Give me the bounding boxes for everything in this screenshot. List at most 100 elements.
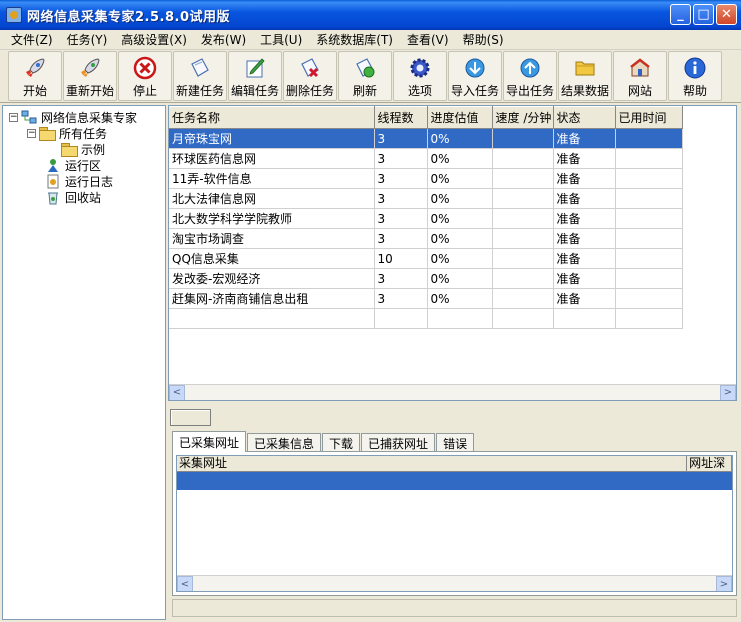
task-row[interactable]: 赶集网-济南商铺信息出租 3 0% 准备 [169,288,683,309]
progress-cell: 0% [427,208,493,229]
menu-system-db[interactable]: 系统数据库(T) [309,30,400,50]
scroll-left-button[interactable]: < [177,576,193,591]
rocket-icon [22,56,48,80]
export-task-label: 导出任务 [505,84,554,98]
threads-cell: 3 [374,208,428,229]
url-selected-row[interactable] [177,472,732,490]
tab-collected-info[interactable]: 已采集信息 [247,433,322,452]
threads-cell: 3 [374,288,428,309]
status-cell: 准备 [553,248,616,269]
elapsed-cell [615,228,683,249]
new-task-button[interactable]: 新建任务 [173,51,227,101]
task-row[interactable]: QQ信息采集 10 0% 准备 [169,248,683,269]
edit-task-button[interactable]: 编辑任务 [228,51,282,101]
task-name-cell: 北大法律信息网 [169,188,375,209]
task-row[interactable]: 发改委-宏观经济 3 0% 准备 [169,268,683,289]
col-task-name[interactable]: 任务名称 [169,106,375,129]
options-button[interactable]: 选项 [393,51,447,101]
help-button[interactable]: 帮助 [668,51,722,101]
result-data-label: 结果数据 [560,84,609,98]
log-icon [45,174,61,189]
progress-cell: 0% [427,268,493,289]
menu-file[interactable]: 文件(Z) [4,30,60,50]
scroll-left-button[interactable]: < [169,384,185,400]
export-task-button[interactable]: 导出任务 [503,51,557,101]
stop-button[interactable]: 停止 [118,51,172,101]
start-button[interactable]: 开始 [8,51,62,101]
url-grid[interactable]: 采集网址 网址深 < > [176,455,733,592]
task-table-header: 任务名称 线程数 进度估值 速度 /分钟 状态 已用时间 [169,106,683,129]
task-row[interactable]: 月帝珠宝网 3 0% 准备 [169,128,683,149]
task-name-cell: 赶集网-济南商铺信息出租 [169,288,375,309]
tree-recycle-label: 回收站 [65,190,102,205]
menu-publish[interactable]: 发布(W) [194,30,253,50]
scroll-right-button[interactable]: > [720,384,736,400]
result-data-button[interactable]: 结果数据 [558,51,612,101]
url-grid-hscroll[interactable]: < > [177,575,732,591]
delete-task-label: 删除任务 [285,84,334,98]
status-cell: 准备 [553,188,616,209]
menu-help[interactable]: 帮助(S) [456,30,511,50]
gear-icon [407,56,433,80]
delete-task-icon [297,56,323,80]
tab-download[interactable]: 下载 [322,433,361,452]
tree-all-tasks[interactable]: − 所有任务 [27,125,107,141]
tree-collapse-toggle[interactable]: − [9,112,18,122]
tree-root[interactable]: − 网络信息采集专家 [9,109,137,125]
task-row[interactable]: 北大数学科学学院教师 3 0% 准备 [169,208,683,229]
task-row[interactable]: 11弄-软件信息 3 0% 准备 [169,168,683,189]
tree-collapse-toggle[interactable]: − [27,128,36,138]
maximize-button[interactable]: □ [693,4,714,25]
refresh-button[interactable]: 刷新 [338,51,392,101]
col-progress[interactable]: 进度估值 [427,106,493,129]
status-cell: 准备 [553,148,616,169]
tab-captured-urls[interactable]: 已捕获网址 [361,433,436,452]
status-cell: 准备 [553,168,616,189]
tree-running-label: 运行区 [65,158,102,173]
task-grid-hscroll[interactable]: < > [169,384,736,400]
empty-row [169,308,683,329]
start-label: 开始 [22,84,47,98]
col-collect-url[interactable]: 采集网址 [177,456,688,471]
toolbar: 开始 重新开始 停止 新建任务 编辑任务 删除任务 刷新 选项 导入任务 导出任… [0,51,741,103]
restart-button[interactable]: 重新开始 [63,51,117,101]
tab-collected-urls[interactable]: 已采集网址 [172,431,247,452]
tree-running[interactable]: 运行区 [45,157,101,173]
col-status[interactable]: 状态 [553,106,616,129]
empty-cell [427,308,493,329]
delete-task-button[interactable]: 删除任务 [283,51,337,101]
scroll-track[interactable] [193,576,716,591]
website-button[interactable]: 网站 [613,51,667,101]
menu-tools[interactable]: 工具(U) [253,30,309,50]
task-row[interactable]: 环球医药信息网 3 0% 准备 [169,148,683,169]
menu-bar: 文件(Z) 任务(Y) 高级设置(X) 发布(W) 工具(U) 系统数据库(T)… [0,30,741,50]
menu-view[interactable]: 查看(V) [400,30,456,50]
task-row[interactable]: 淘宝市场调查 3 0% 准备 [169,228,683,249]
empty-cell [492,308,554,329]
col-speed[interactable]: 速度 /分钟 [492,106,554,129]
task-grid[interactable]: 任务名称 线程数 进度估值 速度 /分钟 状态 已用时间 月帝珠宝网 3 0% 准备环… [168,105,737,401]
window-title: 网络信息采集专家2.5.8.0试用版 [27,9,230,25]
progress-cell: 0% [427,148,493,169]
menu-advanced[interactable]: 高级设置(X) [114,30,194,50]
menu-task[interactable]: 任务(Y) [60,30,115,50]
col-elapsed[interactable]: 已用时间 [615,106,683,129]
close-button[interactable]: ✕ [716,4,737,25]
tree-recycle[interactable]: 回收站 [45,189,101,205]
task-table-body: 月帝珠宝网 3 0% 准备 环球医药信息网 3 0% 准备 11弄-软件信息 3 0% 准备 北大法律信… [169,128,683,329]
speed-cell [492,248,554,269]
tab-errors[interactable]: 错误 [436,433,475,452]
col-threads[interactable]: 线程数 [374,106,428,129]
new-task-label: 新建任务 [175,84,224,98]
scroll-track[interactable] [185,385,720,401]
scroll-right-button[interactable]: > [716,576,732,591]
task-row[interactable]: 北大法律信息网 3 0% 准备 [169,188,683,209]
minimize-button[interactable]: _ [670,4,691,25]
empty-cell [169,308,375,329]
tree-log[interactable]: 运行日志 [45,173,113,189]
stop-label: 停止 [132,84,157,98]
col-url-depth[interactable]: 网址深 [687,456,732,471]
tree-example[interactable]: 示例 [61,141,105,157]
import-task-button[interactable]: 导入任务 [448,51,502,101]
task-tree[interactable]: − 网络信息采集专家 − 所有任务 示例 运行区 运行日志 回收站 [2,105,166,620]
